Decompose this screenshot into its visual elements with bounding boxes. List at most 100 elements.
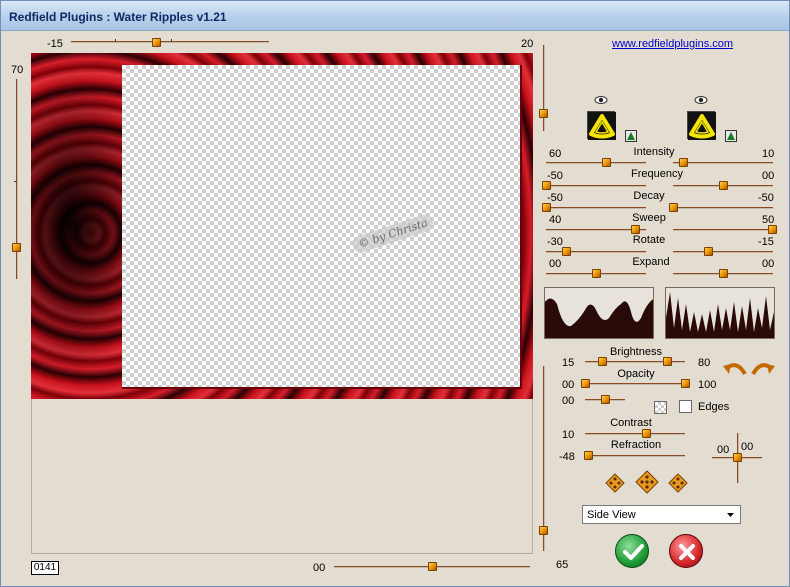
sweep-knob-right[interactable]: [768, 225, 777, 234]
blend-value: 00: [562, 395, 575, 407]
top-slider[interactable]: [71, 41, 269, 43]
dice-icon[interactable]: [605, 473, 625, 493]
refraction-label: Refraction: [610, 439, 662, 451]
expand-knob-right[interactable]: [719, 269, 728, 278]
top-slider-min-label: -15: [47, 38, 63, 50]
swatch-right-toggle[interactable]: [725, 130, 737, 142]
expand-label: Expand: [632, 256, 670, 268]
right-upper-slider[interactable]: [543, 45, 545, 131]
sweep-knob-left[interactable]: [631, 225, 640, 234]
decay-knob-right[interactable]: [669, 203, 678, 212]
eye-icon[interactable]: [594, 96, 608, 104]
eye-icon[interactable]: [694, 96, 708, 104]
rotate-right-value: -15: [758, 236, 774, 248]
opacity-left-value: 00: [562, 379, 575, 391]
opacity-knob-high[interactable]: [681, 379, 690, 388]
brightness-knob-high[interactable]: [663, 357, 672, 366]
color-swatch-right[interactable]: [687, 111, 716, 140]
view-select[interactable]: Side View: [582, 505, 741, 524]
frequency-knob-right[interactable]: [719, 181, 728, 190]
refraction-slider[interactable]: [585, 455, 685, 457]
expand-left-value: 00: [549, 258, 562, 270]
intensity-label: Intensity: [633, 146, 675, 158]
right-upper-slider-knob[interactable]: [539, 109, 548, 118]
preview-empty-area: [31, 399, 533, 554]
cancel-x-icon: [679, 544, 695, 560]
reset-arrows-icon[interactable]: [723, 358, 775, 378]
transparency-checkbox[interactable]: [654, 401, 667, 414]
edges-checkbox[interactable]: [679, 400, 692, 413]
edges-label: Edges: [698, 401, 730, 413]
color-swatch-left[interactable]: [587, 111, 616, 140]
ok-button[interactable]: [615, 534, 649, 568]
intensity-slider-left[interactable]: [546, 162, 646, 164]
cancel-button[interactable]: [669, 534, 703, 568]
waveform-preview-right[interactable]: [665, 287, 775, 339]
waveform-preview-left[interactable]: [544, 287, 654, 339]
intensity-slider-right[interactable]: [673, 162, 773, 164]
waveform-graph: [666, 292, 774, 338]
top-slider-max-label: 20: [521, 38, 534, 50]
plugin-window: Redfield Plugins : Water Ripples v1.21 -…: [0, 0, 790, 587]
waveform-graph: [545, 298, 653, 338]
decay-slider-right[interactable]: [673, 207, 773, 209]
opacity-slider[interactable]: [585, 383, 685, 385]
sweep-slider-right[interactable]: [673, 229, 773, 231]
view-select-value: Side View: [587, 509, 636, 521]
brightness-right-value: 80: [698, 357, 711, 369]
contrast-slider[interactable]: [585, 433, 685, 435]
opacity-right-value: 100: [698, 379, 717, 391]
decay-right-value: -50: [758, 192, 774, 204]
right-lower-slider-knob[interactable]: [539, 526, 548, 535]
frequency-slider-left[interactable]: [546, 185, 646, 187]
right-slider-bottom-label: 65: [556, 559, 569, 571]
left-slider-label: 70: [11, 64, 24, 76]
rotate-knob-left[interactable]: [562, 247, 571, 256]
dice-icon[interactable]: [668, 473, 688, 493]
bottom-slider-knob[interactable]: [428, 562, 437, 571]
contrast-knob[interactable]: [642, 429, 651, 438]
ripple-shape-icon: [688, 112, 716, 140]
sweep-left-value: 40: [549, 214, 562, 226]
swatch-left-toggle[interactable]: [625, 130, 637, 142]
triangle-icon: [727, 132, 735, 140]
frame-counter: 0141: [31, 561, 59, 575]
sweep-label: Sweep: [632, 212, 666, 224]
rotate-slider-left[interactable]: [546, 251, 646, 253]
rotate-left-value: -30: [547, 236, 563, 248]
left-slider-knob[interactable]: [12, 243, 21, 252]
refraction-knob[interactable]: [584, 451, 593, 460]
decay-knob-left[interactable]: [542, 203, 551, 212]
dice-icon[interactable]: [635, 470, 659, 494]
right-lower-slider[interactable]: [543, 366, 545, 551]
top-slider-tick: [115, 39, 116, 42]
preview-canvas[interactable]: © by Christa: [31, 53, 533, 399]
contrast-label: Contrast: [610, 417, 652, 429]
xy-y-value: 00: [741, 441, 754, 453]
top-slider-knob[interactable]: [152, 38, 161, 47]
decay-slider-left[interactable]: [546, 207, 646, 209]
expand-knob-left[interactable]: [592, 269, 601, 278]
intensity-knob-right[interactable]: [679, 158, 688, 167]
dialog-client: -15 20 70 © by Christa 0141 65 00 www.re…: [1, 1, 789, 586]
chevron-down-icon[interactable]: [723, 507, 738, 522]
expand-right-value: 00: [762, 258, 775, 270]
opacity-knob-low[interactable]: [581, 379, 590, 388]
intensity-knob-left[interactable]: [602, 158, 611, 167]
brightness-left-value: 15: [562, 357, 575, 369]
opacity-label: Opacity: [617, 368, 655, 380]
left-slider-tick: [14, 181, 17, 182]
triangle-icon: [627, 132, 635, 140]
frequency-knob-left[interactable]: [542, 181, 551, 190]
decay-label: Decay: [633, 190, 665, 202]
preview-transparent-image: [122, 65, 522, 389]
website-link[interactable]: www.redfieldplugins.com: [612, 38, 733, 50]
brightness-knob-low[interactable]: [598, 357, 607, 366]
top-slider-tick: [171, 39, 172, 42]
rotate-slider-right[interactable]: [673, 251, 773, 253]
contrast-value: 10: [562, 429, 575, 441]
xy-knob[interactable]: [733, 453, 742, 462]
rotate-knob-right[interactable]: [704, 247, 713, 256]
blend-knob[interactable]: [601, 395, 610, 404]
xy-x-value: 00: [717, 444, 730, 456]
